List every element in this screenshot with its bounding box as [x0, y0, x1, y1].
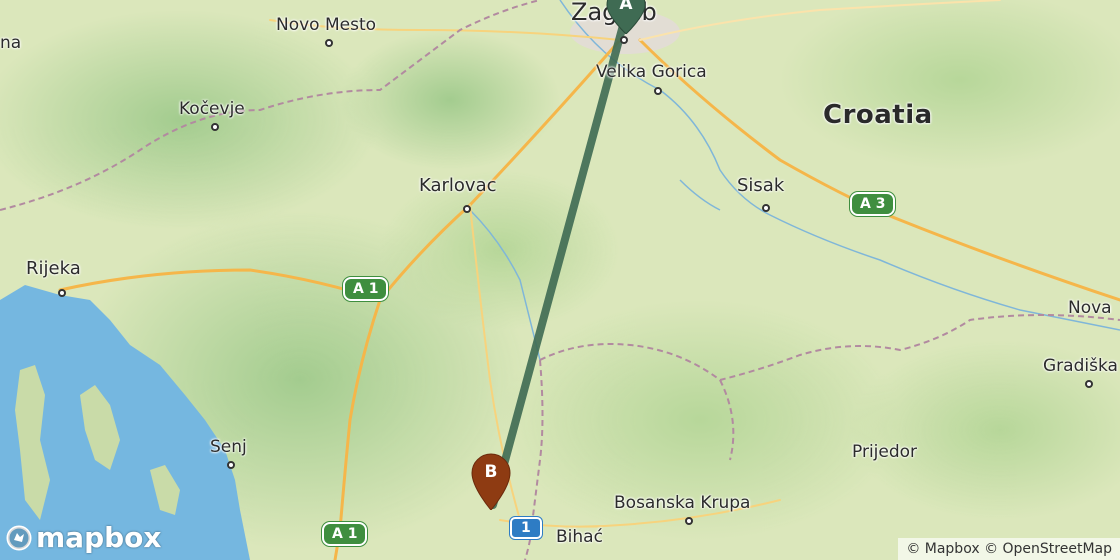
place-label-prijedor: Prijedor	[852, 442, 918, 462]
place-label-kocevje: Kočevje	[179, 99, 245, 119]
city-dot-karlovac	[463, 205, 471, 213]
road-shield-1: 1	[510, 517, 542, 539]
mapbox-logo-icon	[6, 525, 32, 550]
map-view[interactable]: Zagreb Velika Gorica Novo Mesto Kočevje …	[0, 0, 1120, 560]
city-dot-zagreb	[620, 36, 628, 44]
city-dot-sisak	[762, 204, 770, 212]
place-label-nova: Nova	[1068, 298, 1112, 318]
place-label-velika-gorica: Velika Gorica	[596, 62, 707, 82]
place-label-novo-mesto: Novo Mesto	[276, 15, 377, 35]
route-start-letter: A	[619, 0, 633, 14]
route-end-letter: B	[484, 462, 498, 482]
map-base-layer	[0, 0, 1120, 560]
place-label-senj: Senj	[210, 437, 247, 457]
place-label-bihac: Bihać	[556, 527, 603, 547]
place-label-karlovac: Karlovac	[419, 175, 497, 196]
city-dot-velika-gorica	[654, 87, 662, 95]
route-end-marker[interactable]: B	[470, 452, 512, 511]
city-dot-novo-mesto	[325, 39, 333, 47]
road-shield-a1-north: A 1	[343, 277, 389, 301]
road-shield-a1-south: A 1	[322, 522, 368, 546]
city-dot-senj	[227, 461, 235, 469]
place-label-bosanska-krupa: Bosanska Krupa	[614, 493, 751, 513]
city-dot-rijeka	[58, 289, 66, 297]
place-label-sisak: Sisak	[737, 175, 785, 196]
city-dot-gradiska	[1085, 380, 1093, 388]
place-label-rijeka: Rijeka	[26, 258, 81, 279]
mapbox-logo[interactable]: mapbox	[6, 521, 161, 554]
route-start-marker[interactable]: A	[605, 0, 647, 35]
country-label: Croatia	[823, 100, 933, 130]
map-attribution[interactable]: © Mapbox © OpenStreetMap	[898, 538, 1120, 560]
place-label-na: na	[0, 33, 22, 53]
place-label-gradiska: Gradiška	[1043, 356, 1118, 376]
city-dot-bosanska-krupa	[685, 517, 693, 525]
road-shield-a3: A 3	[850, 192, 896, 216]
city-dot-kocevje	[211, 123, 219, 131]
mapbox-logo-text: mapbox	[36, 521, 162, 554]
